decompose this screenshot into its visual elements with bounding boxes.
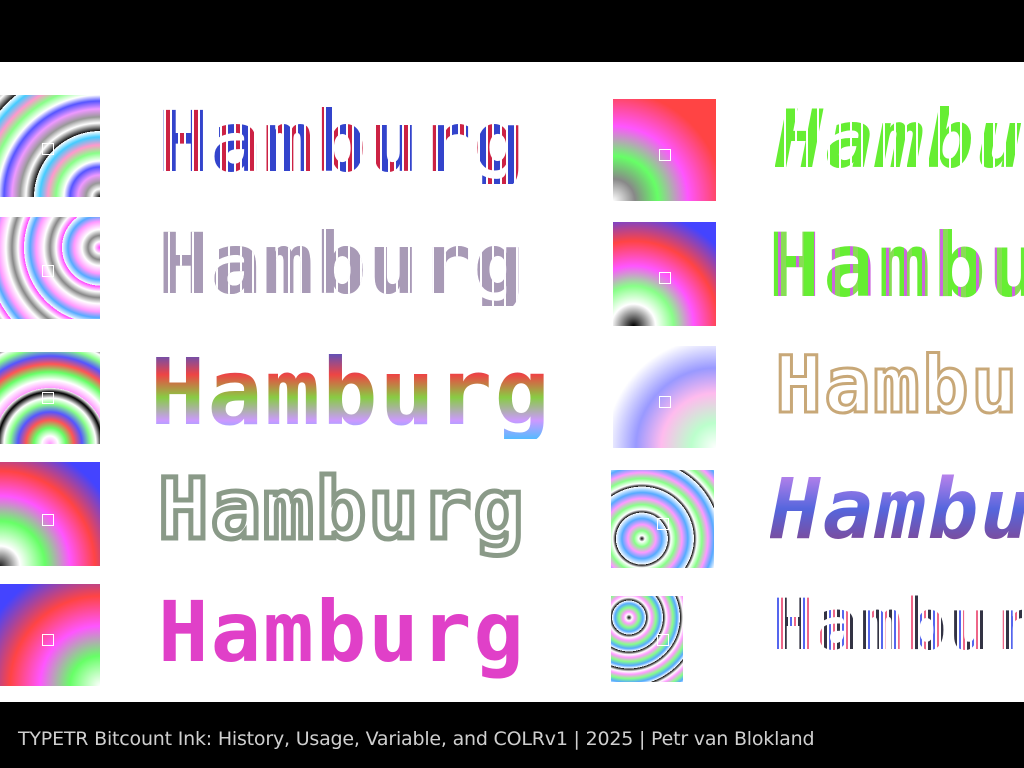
sample-word-3: Hamburg xyxy=(150,339,552,446)
sample-word-10: Hamburg xyxy=(772,590,1024,660)
sample-word-7: Hamburg xyxy=(768,222,1024,310)
sample-word-1: Hamburg xyxy=(158,93,527,191)
slide-content: Hamburg Hamburg Hamburg Hamburg Hamburg … xyxy=(0,62,1024,702)
gradient-swatch-1 xyxy=(0,95,100,197)
sample-word-6: Hamburg xyxy=(775,100,1024,180)
footer-bar: TYPETR Bitcount Ink: History, Usage, Var… xyxy=(0,702,1024,768)
gradient-swatch-5 xyxy=(0,584,100,686)
sample-word-9: Hamburg xyxy=(770,467,1024,551)
gradient-swatch-3 xyxy=(0,352,100,444)
gradient-swatch-8 xyxy=(613,346,716,448)
gradient-swatch-9 xyxy=(611,470,714,568)
sample-word-5: Hamburg xyxy=(158,583,527,681)
gradient-swatch-2 xyxy=(0,217,100,319)
gradient-swatch-6 xyxy=(613,99,716,201)
sample-word-2: Hamburg xyxy=(158,215,527,313)
sample-word-8: Hamburg xyxy=(774,341,1024,431)
gradient-swatch-10 xyxy=(611,596,683,682)
gradient-swatch-4 xyxy=(0,462,100,566)
footer-caption: TYPETR Bitcount Ink: History, Usage, Var… xyxy=(18,728,815,750)
sample-word-4: Hamburg xyxy=(155,460,527,558)
top-bar xyxy=(0,0,1024,62)
gradient-swatch-7 xyxy=(613,222,716,326)
